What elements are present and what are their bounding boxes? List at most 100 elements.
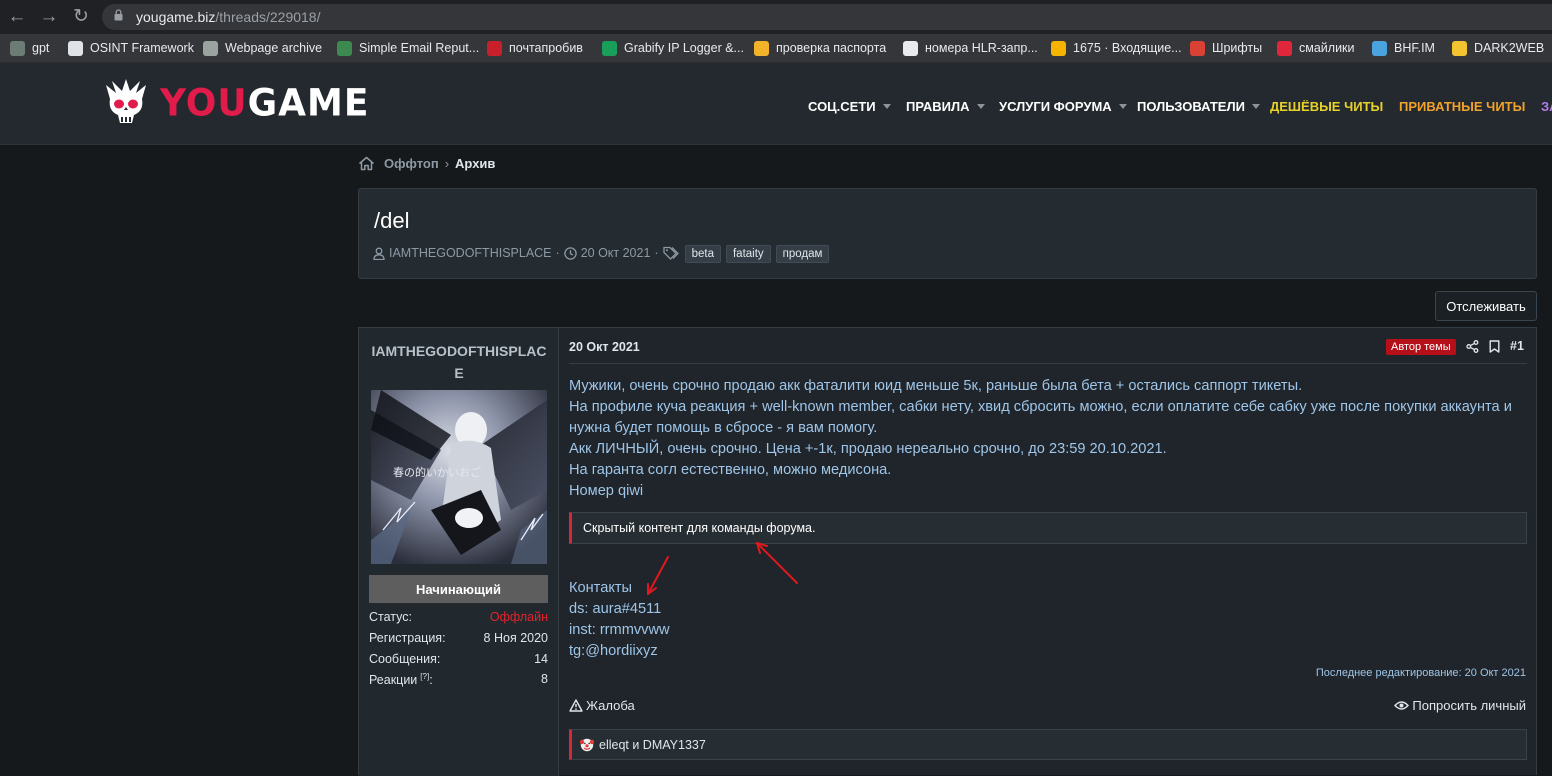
chevron-down-icon <box>976 103 985 109</box>
browser-toolbar: ← → ↻ yougame.biz/threads/229018/ <box>0 0 1552 34</box>
bookmark-label: Webpage archive <box>225 41 323 55</box>
nav-item[interactable]: ПРАВИЛА <box>906 96 985 116</box>
breadcrumb-offtop[interactable]: Оффтоп <box>384 156 439 171</box>
user-stat-value: 8 Ноя 2020 <box>483 631 548 645</box>
bookmark-item[interactable]: Grabify IP Logger &... <box>602 39 744 57</box>
share-icon[interactable] <box>1466 339 1479 353</box>
bookmark-item[interactable]: номера HLR-запр... <box>903 39 1038 57</box>
bookmark-label: проверка паспорта <box>776 41 887 55</box>
author-badge: Автор темы <box>1386 339 1456 355</box>
favicon-icon <box>602 40 617 56</box>
reload-icon[interactable]: ↻ <box>70 6 92 28</box>
nav-item[interactable]: ДЕШЁВЫЕ ЧИТЫ <box>1270 96 1383 116</box>
bookmark-item[interactable]: Шрифты <box>1190 39 1262 57</box>
report-label: Жалоба <box>586 697 635 713</box>
request-private-button[interactable]: Попросить личный <box>1394 696 1526 714</box>
nav-item-label: СОЦ.СЕТИ <box>808 98 876 114</box>
user-stat-label-text: Реакции <box>369 673 418 688</box>
eye-icon <box>1394 700 1410 710</box>
request-private-label: Попросить личный <box>1412 697 1526 713</box>
user-stat-value: 8 <box>541 672 548 686</box>
favicon-icon <box>337 40 352 56</box>
bookmark-label: BHF.IM <box>1394 41 1435 55</box>
avatar-image: 春の的いかいおご <box>371 390 547 564</box>
nav-item-label: ЗА <box>1541 98 1552 114</box>
follow-button[interactable]: Отслеживать <box>1435 291 1537 321</box>
post-body-line: На профиле куча реакция + well-known mem… <box>569 399 1512 436</box>
bookmark-item[interactable]: почтапробив <box>487 39 583 57</box>
bookmark-item[interactable]: Simple Email Reput... <box>337 39 479 57</box>
reactions-users[interactable]: elleqt и DMAY1337 <box>599 738 706 752</box>
chevron-down-icon <box>1118 103 1127 109</box>
thread-header: /del IAMTHEGODOFTHISPLACE · 20 Окт 2021 … <box>358 188 1537 279</box>
bookmark-label: номера HLR-запр... <box>925 41 1038 55</box>
favicon-icon <box>68 40 83 56</box>
tag-chip[interactable]: fataity <box>725 245 771 263</box>
user-icon <box>373 247 385 260</box>
tag-chip[interactable]: beta <box>684 245 721 263</box>
user-stat-row: Статус: Оффлайн <box>369 610 548 628</box>
bookmark-item[interactable]: проверка паспорта <box>754 39 886 57</box>
post-body-line: Акк ЛИЧНЫЙ, очень срочно. Цена +-1к, про… <box>569 441 1167 457</box>
bookmark-item[interactable]: 1675 · Входящие... <box>1051 39 1182 57</box>
bookmark-item[interactable]: Webpage archive <box>203 39 322 57</box>
logo-wordmark: YOUGAME <box>160 81 370 125</box>
site-logo[interactable]: YOUGAME <box>100 77 369 129</box>
bookmark-label: Simple Email Reput... <box>359 41 480 55</box>
user-stat-label: Реакции [?]: <box>369 672 433 690</box>
nav-item[interactable]: ПРИВАТНЫЕ ЧИТЫ <box>1399 96 1525 116</box>
post-user-column: IAMTHEGODOFTHISPLACE 春の的いかいおご Начинающий… <box>359 328 559 776</box>
bookmark-item[interactable]: BHF.IM <box>1372 39 1435 57</box>
tag-list: beta fataity продам <box>680 245 830 263</box>
avatar[interactable]: 春の的いかいおご <box>371 390 547 564</box>
back-icon[interactable]: ← <box>6 6 28 28</box>
breadcrumb-archive[interactable]: Архив <box>455 156 495 171</box>
bookmark-item[interactable]: смайлики <box>1277 39 1355 57</box>
favicon-icon <box>203 40 218 56</box>
bookmark-item[interactable]: DARK2WEB <box>1452 39 1544 57</box>
post-body-line: Мужики, очень срочно продаю акк фаталити… <box>569 378 1303 394</box>
bookmark-item[interactable]: gpt <box>10 39 49 57</box>
post-username[interactable]: IAMTHEGODOFTHISPLACE <box>367 340 551 384</box>
post-body-line: На гаранта согл естественно, можно медис… <box>569 462 892 478</box>
thread-date[interactable]: 20 Окт 2021 <box>581 246 651 260</box>
tag-chip[interactable]: продам <box>775 245 830 263</box>
nav-item[interactable]: УСЛУГИ ФОРУМА <box>999 96 1127 116</box>
user-stat-row: Регистрация: 8 Ноя 2020 <box>369 631 548 649</box>
forward-icon[interactable]: → <box>38 6 60 28</box>
bookmark-icon[interactable] <box>1489 339 1500 353</box>
thread-title: /del <box>374 208 410 233</box>
user-stat-value: Оффлайн <box>489 610 548 624</box>
post-body: Мужики, очень срочно продаю акк фаталити… <box>569 376 1529 502</box>
bookmark-label: DARK2WEB <box>1474 41 1545 55</box>
post-actions: #1 <box>1466 337 1524 355</box>
thread-author[interactable]: IAMTHEGODOFTHISPLACE <box>389 246 552 260</box>
favicon-icon <box>487 40 502 56</box>
post-message: 20 Окт 2021 Автор темы #1 Мужики, очень … <box>560 328 1536 776</box>
user-rank-badge: Начинающий <box>369 575 548 603</box>
post-number[interactable]: #1 <box>1510 339 1524 353</box>
report-button[interactable]: Жалоба <box>569 696 635 714</box>
hidden-content-box: Скрытый контент для команды форума. <box>569 512 1527 544</box>
favicon-icon <box>1051 40 1066 56</box>
warning-icon <box>569 698 583 712</box>
reactions-help-link[interactable]: [?] <box>420 672 429 681</box>
favicon-icon <box>903 40 918 56</box>
url-text: yougame.biz/threads/229018/ <box>136 9 321 25</box>
nav-item[interactable]: ПОЛЬЗОВАТЕЛИ <box>1137 96 1260 116</box>
favicon-icon <box>754 40 769 56</box>
contact-line: tg:@hordiixyz <box>569 643 658 659</box>
favicon-icon <box>1452 40 1467 56</box>
reactions-bar[interactable]: elleqt и DMAY1337 <box>569 729 1527 760</box>
last-edited: Последнее редактирование: 20 Окт 2021 <box>1315 667 1526 679</box>
bookmark-label: 1675 · Входящие... <box>1073 41 1182 55</box>
nav-item[interactable]: СОЦ.СЕТИ <box>808 96 891 116</box>
clock-icon <box>563 246 577 260</box>
address-bar[interactable]: yougame.biz/threads/229018/ <box>102 4 1552 30</box>
nav-item[interactable]: ЗА <box>1541 96 1552 116</box>
user-stat-label: Статус: <box>369 610 412 628</box>
post-date[interactable]: 20 Окт 2021 <box>569 340 640 354</box>
bookmark-item[interactable]: OSINT Framework <box>68 39 194 57</box>
home-icon[interactable] <box>358 156 375 171</box>
breadcrumb: Оффтоп › Архив <box>358 153 495 173</box>
